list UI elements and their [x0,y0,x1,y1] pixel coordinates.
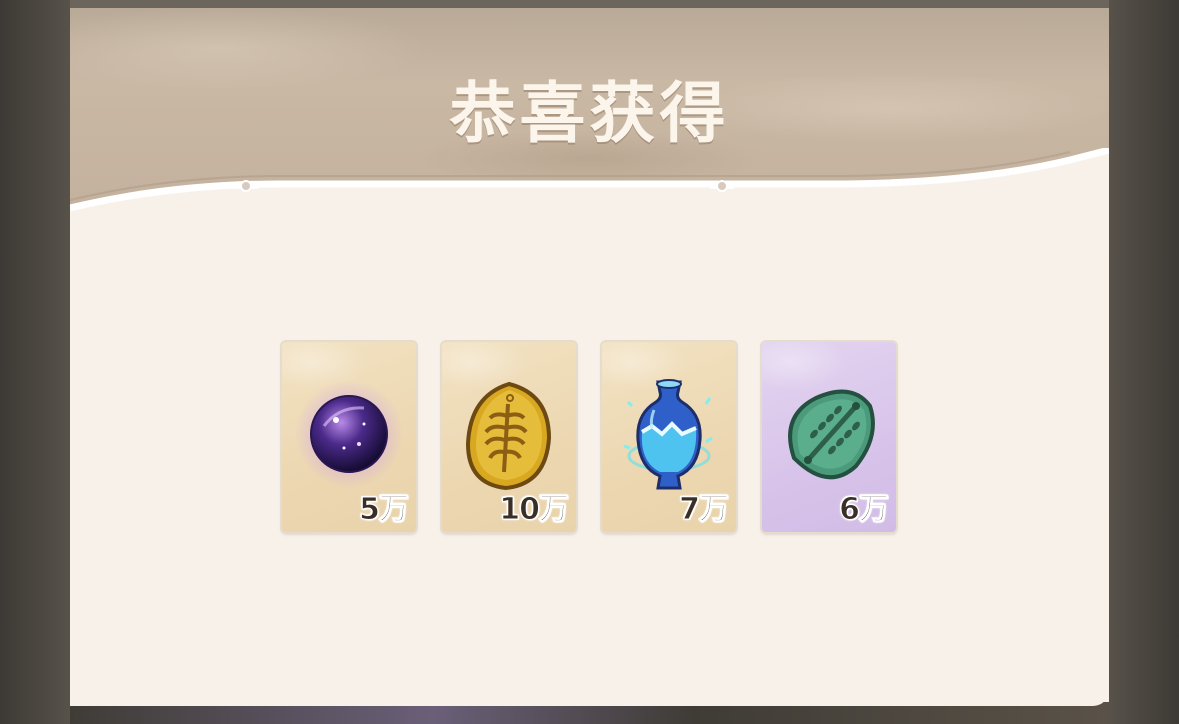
reward-card[interactable]: 10万 [442,342,576,532]
reward-amount: 7万 [679,492,730,528]
reward-card[interactable]: 7万 [602,342,736,532]
reward-list: 5万 10万 7万 6万 [282,342,902,534]
panel-bottom-edge [70,690,1109,706]
blue-potion-vase-icon [623,379,713,490]
purple-orb-icon [295,380,403,488]
reward-card[interactable]: 5万 [282,342,416,532]
reward-amount: 6万 [839,492,890,528]
header-divider [70,148,1109,238]
reward-amount: 5万 [359,492,410,528]
reward-screen: 恭喜获得 5万 10万 7万 6万 [0,0,1179,724]
jade-stone-token-icon [788,389,875,480]
reward-amount: 10万 [499,492,570,528]
page-title: 恭喜获得 [449,75,730,152]
golden-leaf-token-icon [465,381,552,491]
reward-card[interactable]: 6万 [762,342,896,532]
